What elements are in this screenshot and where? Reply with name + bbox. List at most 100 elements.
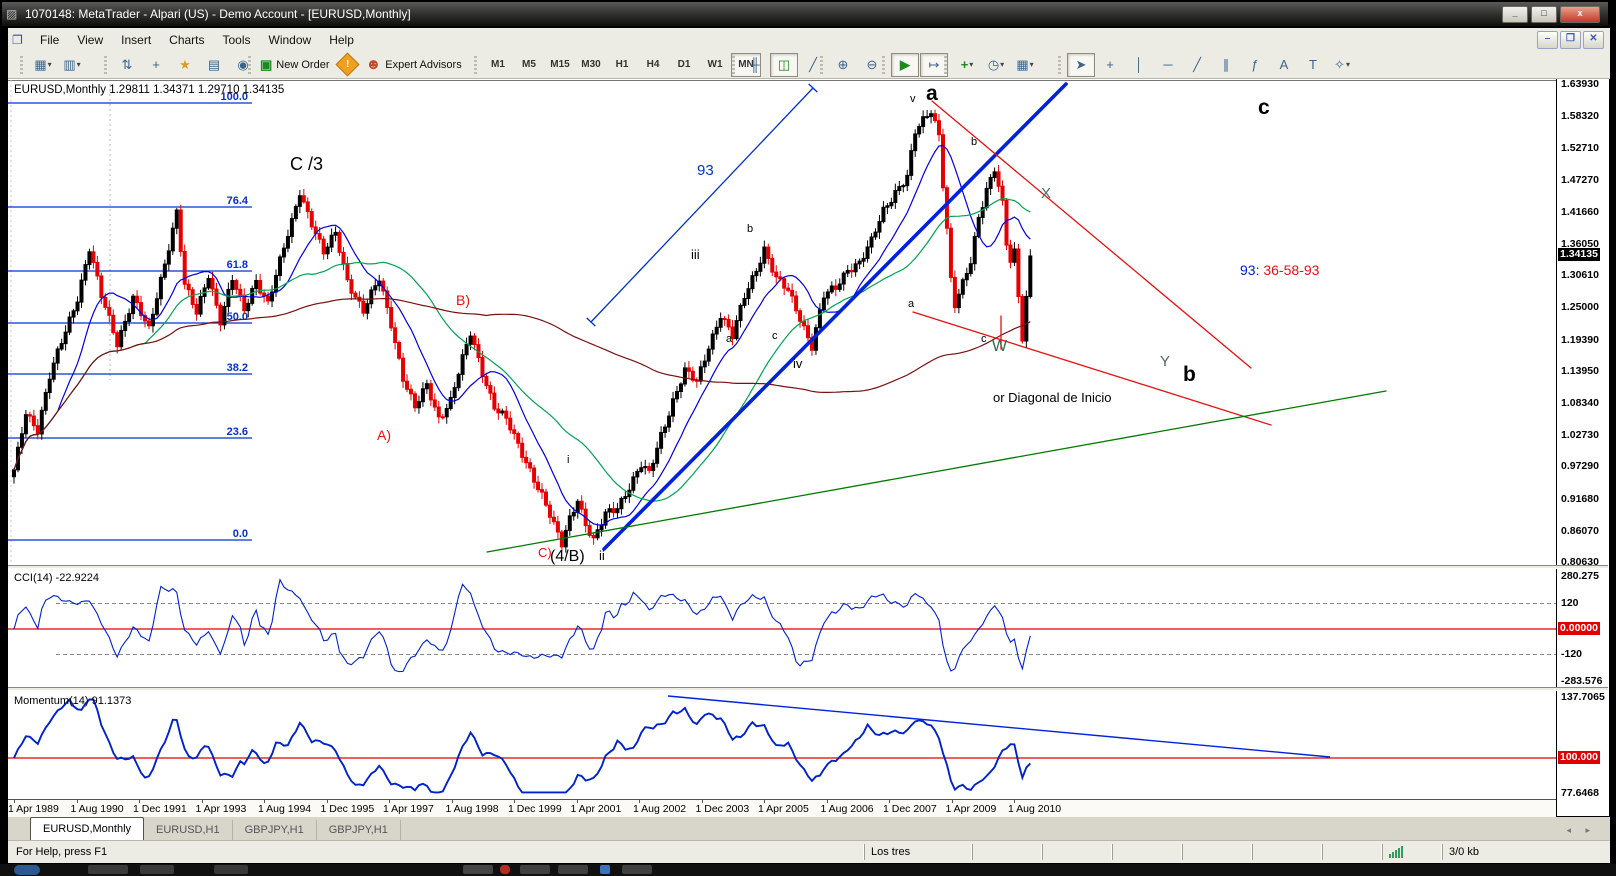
zoom-in-button[interactable]: ⊕ — [829, 53, 857, 77]
indicators-button[interactable]: +▾ — [953, 53, 981, 77]
panel-splitter[interactable] — [8, 565, 1608, 569]
menu-window[interactable]: Window — [260, 30, 321, 50]
templates-button[interactable]: ▦▾ — [1011, 53, 1039, 77]
vertical-line-button[interactable]: │ — [1125, 53, 1153, 77]
profiles-button[interactable]: ▥▾ — [58, 53, 86, 77]
candle — [346, 264, 349, 280]
new-chart-button[interactable]: ▦▾ — [29, 53, 57, 77]
candle — [775, 272, 778, 277]
menu-file[interactable]: File — [31, 30, 68, 50]
date-axis-label: 1 Dec 2007 — [883, 803, 937, 815]
candle — [735, 321, 738, 339]
price-scale[interactable]: 1.639301.583201.527101.472701.416601.360… — [1556, 79, 1609, 816]
candle — [497, 409, 500, 413]
toolbar-grip — [1058, 56, 1061, 74]
taskbar-item[interactable] — [88, 865, 128, 874]
bar-chart-button[interactable]: ╫ — [741, 53, 769, 77]
menu-tools[interactable]: Tools — [214, 30, 260, 50]
taskbar-item[interactable] — [214, 865, 248, 874]
candle — [858, 261, 861, 264]
candle — [791, 290, 794, 296]
taskbar-item[interactable] — [463, 865, 493, 874]
bar-chart-icon: ╫ — [750, 57, 759, 72]
cursor-button[interactable]: ➤ — [1067, 53, 1095, 77]
title-bar[interactable]: ▨ 1070148: MetaTrader - Alpari (US) - De… — [2, 2, 1608, 26]
date-axis[interactable]: 1 Apr 19891 Aug 19901 Dec 19911 Apr 1993… — [8, 799, 1556, 817]
candle — [707, 349, 710, 361]
trendline-button[interactable]: ╱ — [1183, 53, 1211, 77]
date-axis-label: 1 Apr 1993 — [196, 803, 247, 815]
candle — [354, 293, 357, 297]
chart-tab-gbpjpy-h1[interactable]: GBPJPY,H1 — [233, 820, 317, 840]
expert-advisors-button[interactable]: ☻Expert Advisors — [362, 53, 464, 77]
timeframe-m15[interactable]: M15 — [545, 53, 575, 77]
maximize-button[interactable]: □ — [1531, 6, 1557, 23]
alert-button[interactable]: ! — [333, 53, 361, 77]
candle — [711, 334, 714, 349]
candle — [918, 127, 921, 134]
candle — [112, 315, 115, 332]
vertical-line-icon: │ — [1135, 57, 1143, 72]
market-watch-button[interactable]: ⇅ — [113, 53, 141, 77]
horizontal-line-button[interactable]: ─ — [1154, 53, 1182, 77]
taskbar-item[interactable] — [558, 865, 588, 874]
panel-splitter[interactable] — [8, 687, 1608, 691]
close-button[interactable]: x — [1560, 6, 1600, 23]
favorites-button[interactable]: ★ — [171, 53, 199, 77]
date-axis-label: 1 Apr 1989 — [8, 803, 59, 815]
channel-button[interactable]: ∥ — [1212, 53, 1240, 77]
timeframe-m1[interactable]: M1 — [483, 53, 513, 77]
windows-taskbar[interactable] — [0, 864, 1616, 876]
candle — [68, 317, 71, 332]
chart-tab-gbpjpy-h1[interactable]: GBPJPY,H1 — [317, 820, 401, 840]
taskbar-item[interactable] — [14, 865, 40, 875]
timeframe-m5[interactable]: M5 — [514, 53, 544, 77]
menu-charts[interactable]: Charts — [160, 30, 213, 50]
taskbar-item[interactable] — [140, 865, 174, 874]
label-button[interactable]: T — [1299, 53, 1327, 77]
candlestick-chart-button[interactable]: ◫ — [770, 53, 798, 77]
taskbar-item[interactable] — [600, 865, 610, 874]
taskbar-item[interactable] — [500, 865, 510, 874]
timeframe-d1[interactable]: D1 — [669, 53, 699, 77]
data-window-button[interactable]: ▤ — [200, 53, 228, 77]
candle — [683, 368, 686, 384]
taskbar-item[interactable] — [520, 865, 550, 874]
menu-insert[interactable]: Insert — [112, 30, 160, 50]
cci-plot[interactable] — [8, 568, 1556, 687]
timeframe-w1[interactable]: W1 — [700, 53, 730, 77]
timeframe-d1-icon: D1 — [678, 59, 691, 70]
candle — [453, 388, 456, 398]
candle — [818, 310, 821, 328]
mdi-restore-button[interactable]: ❐ — [1560, 31, 1581, 49]
tab-scroll-arrows[interactable]: ◂ ▸ — [1566, 825, 1596, 836]
candle — [830, 286, 833, 292]
taskbar-item[interactable] — [622, 865, 652, 874]
periods-button[interactable]: ◷▾ — [982, 53, 1010, 77]
candle — [322, 239, 325, 254]
new-order-button[interactable]: ▣New Order — [257, 53, 332, 77]
candle — [1025, 296, 1028, 341]
chart-tab-eurusd-h1[interactable]: EURUSD,H1 — [144, 820, 233, 840]
momentum-plot[interactable] — [8, 690, 1556, 798]
candle — [799, 311, 802, 322]
main-chart-plot[interactable]: 100.076.461.850.038.223.60.0 — [8, 80, 1556, 566]
fibonacci-button[interactable]: ƒ — [1241, 53, 1269, 77]
timeframe-m30[interactable]: M30 — [576, 53, 606, 77]
date-axis-label: 1 Aug 2002 — [633, 803, 686, 815]
date-axis-label: 1 Aug 1998 — [446, 803, 499, 815]
minimize-button[interactable]: _ — [1502, 6, 1528, 23]
text-button[interactable]: A — [1270, 53, 1298, 77]
menu-view[interactable]: View — [68, 30, 112, 50]
candle — [1009, 245, 1012, 262]
chart-tab-eurusd-monthly[interactable]: EURUSD,Monthly — [30, 817, 144, 840]
timeframe-h4[interactable]: H4 — [638, 53, 668, 77]
mdi-minimize-button[interactable]: – — [1537, 31, 1558, 49]
timeframe-h1[interactable]: H1 — [607, 53, 637, 77]
menu-help[interactable]: Help — [320, 30, 363, 50]
mdi-close-button[interactable]: ✕ — [1583, 31, 1604, 49]
navigator-button[interactable]: + — [142, 53, 170, 77]
crosshair-button[interactable]: + — [1096, 53, 1124, 77]
auto-scroll-button[interactable]: ▶ — [891, 53, 919, 77]
arrows-button[interactable]: ✧▾ — [1328, 53, 1356, 77]
